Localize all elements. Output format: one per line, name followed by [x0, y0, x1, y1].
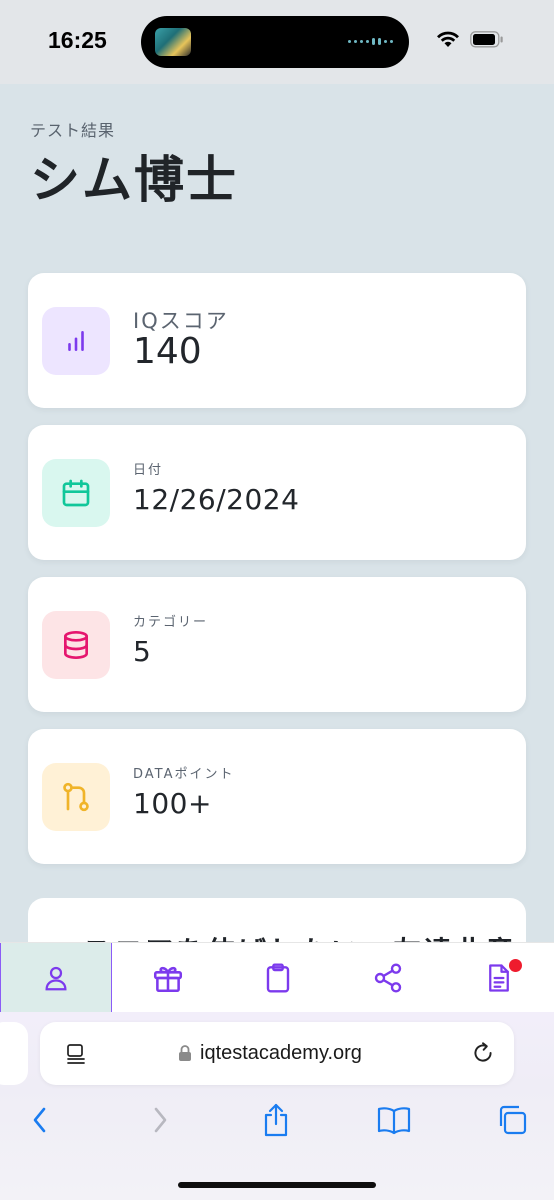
lock-icon: [179, 1045, 191, 1061]
git-pull-request-icon: [63, 782, 89, 812]
reader-mode-icon[interactable]: [64, 1042, 88, 1066]
browser-toolbar: [0, 1100, 554, 1150]
share-icon: [375, 962, 402, 993]
card-label: カテゴリー: [133, 615, 209, 630]
category-card: カテゴリー 5: [28, 577, 526, 712]
notification-badge: [509, 959, 523, 972]
tab-clipboard[interactable]: [223, 943, 333, 1012]
calendar-icon: [62, 479, 90, 507]
card-label: DATAポイント: [133, 767, 235, 782]
back-button[interactable]: [20, 1100, 60, 1140]
share-sheet-icon: [264, 1103, 288, 1137]
status-time: 16:25: [48, 27, 107, 53]
tab-document[interactable]: [444, 943, 554, 1012]
iq-score-card: IQスコア 140: [28, 273, 526, 408]
user-icon: [45, 966, 67, 990]
bookmarks-button[interactable]: [374, 1100, 414, 1140]
reload-icon[interactable]: [470, 1040, 496, 1066]
wifi-icon: [437, 31, 459, 47]
url-text: iqtestacademy.org: [200, 1042, 362, 1064]
dynamic-island: [141, 16, 409, 68]
tab-gift[interactable]: [112, 943, 222, 1012]
chevron-left-icon: [33, 1107, 46, 1133]
tabs-button[interactable]: [492, 1100, 532, 1140]
tabs-icon: [499, 1105, 527, 1135]
clipboard-icon: [266, 962, 290, 993]
card-value: 5: [133, 635, 152, 668]
status-bar: 16:25: [0, 0, 554, 84]
card-icon-box: [42, 763, 110, 831]
browser-chrome: iqtestacademy.org: [0, 1012, 554, 1200]
card-icon-box: [42, 459, 110, 527]
database-icon: [63, 631, 88, 660]
share-button[interactable]: [256, 1100, 296, 1140]
forward-button[interactable]: [140, 1100, 180, 1140]
card-icon-box: [42, 307, 110, 375]
bottom-tab-bar: [0, 942, 554, 1012]
audio-wave-icon: [348, 38, 393, 45]
page-title: シム博士: [30, 151, 238, 209]
previous-tab-preview[interactable]: [0, 1022, 28, 1085]
card-value: 100+: [133, 787, 212, 820]
gift-icon: [153, 966, 182, 992]
bar-chart-icon: [68, 331, 84, 351]
card-value: 140: [133, 331, 202, 372]
tab-share[interactable]: [333, 943, 443, 1012]
chevron-right-icon: [154, 1107, 167, 1133]
page-subtitle: テスト結果: [30, 121, 116, 140]
home-indicator: [178, 1182, 376, 1188]
date-card: 日付 12/26/2024: [28, 425, 526, 560]
address-bar[interactable]: iqtestacademy.org: [40, 1022, 514, 1085]
data-points-card: DATAポイント 100+: [28, 729, 526, 864]
card-icon-box: [42, 611, 110, 679]
card-value: 12/26/2024: [133, 483, 300, 516]
battery-icon: [470, 30, 503, 47]
now-playing-thumbnail: [155, 28, 191, 56]
card-label: 日付: [133, 463, 164, 478]
book-icon: [377, 1107, 411, 1135]
tab-profile[interactable]: [0, 943, 113, 1012]
